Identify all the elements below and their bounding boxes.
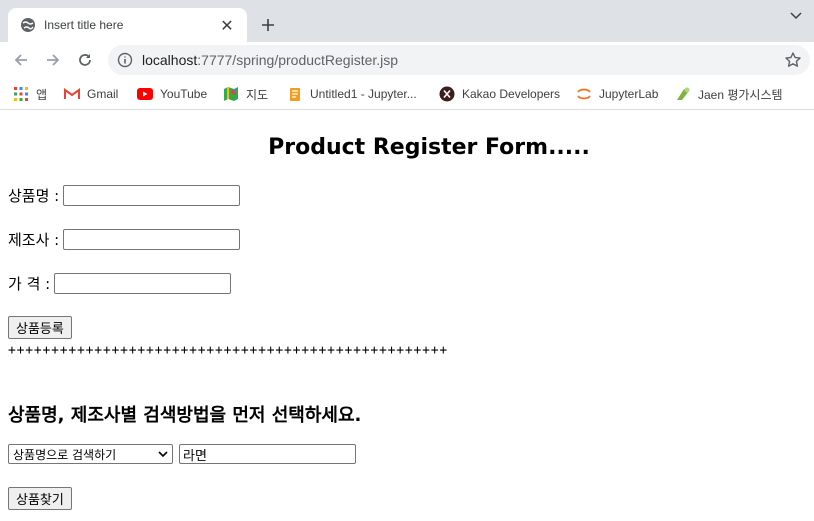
gmail-icon [64,86,80,102]
search-type-select[interactable]: 상품명으로 검색하기 [8,444,173,464]
register-row: 상품등록 [8,316,72,339]
tab-search-chevron-icon[interactable] [786,6,806,26]
form-title: Product Register Form..... [268,135,590,160]
jupyter-icon [576,86,592,102]
plus-divider: ++++++++++++++++++++++++++++++++++++++++… [8,343,448,358]
tab-strip: Insert title here ✕ [0,0,814,42]
search-keyword-input[interactable] [179,444,356,464]
jaen-icon [675,86,691,102]
reload-button[interactable] [73,48,97,72]
bookmark-label: 앱 [36,87,48,102]
new-tab-button[interactable] [256,13,280,37]
product-name-input[interactable] [63,185,241,206]
bookmark-jupyter-untitled[interactable]: Untitled1 - Jupyter... [287,83,417,105]
manufacturer-row: 제조사 : [8,229,241,250]
bookmark-label: YouTube [160,87,208,101]
tab-title: Insert title here [44,18,124,32]
reload-icon [79,54,91,66]
page-content: Product Register Form..... 상품명 : 제조사 : 가… [0,111,814,521]
product-name-label: 상품명 : [8,187,60,205]
apps-grid-icon [13,86,29,102]
url-path: :7777/spring/productRegister.jsp [197,52,399,68]
notebook-icon [287,86,303,102]
bookmark-label: Jaen 평가시스템 [698,87,783,102]
url-text: localhost:7777/spring/productRegister.js… [142,52,398,68]
chevron-down-icon [158,447,168,461]
bookmark-kakao[interactable]: Kakao Developers [439,83,560,105]
url-host: localhost [142,52,198,68]
bookmark-label: Gmail [87,87,119,101]
kakao-icon [439,86,455,102]
price-row: 가 격 : [8,273,232,294]
forward-arrow-icon [47,54,60,66]
youtube-icon [137,86,153,102]
bookmark-maps[interactable]: 지도 [223,83,268,105]
price-input[interactable] [54,273,232,294]
back-button[interactable] [9,48,33,72]
bookmark-gmail[interactable]: Gmail [64,83,118,105]
maps-icon [223,86,239,102]
product-name-row: 상품명 : [8,185,241,206]
browser-toolbar: localhost:7777/spring/productRegister.js… [0,42,814,78]
site-info-icon[interactable] [117,52,133,68]
bookmark-jaen[interactable]: Jaen 평가시스템 [675,83,783,105]
browser-tab[interactable]: Insert title here ✕ [8,8,247,42]
bookmark-jupyterlab[interactable]: JupyterLab [576,83,658,105]
back-arrow-icon [14,54,27,66]
search-product-button[interactable]: 상품찾기 [8,487,72,510]
bookmark-label: Untitled1 - Jupyter... [310,87,417,101]
search-type-value: 상품명으로 검색하기 [13,447,117,462]
bookmark-youtube[interactable]: YouTube [137,83,207,105]
bookmark-apps[interactable]: 앱 [13,83,47,105]
manufacturer-label: 제조사 : [8,231,60,249]
search-heading: 상품명, 제조사별 검색방법을 먼저 선택하세요. [8,405,362,426]
bookmark-star-icon[interactable] [784,51,802,69]
address-bar[interactable]: localhost:7777/spring/productRegister.js… [108,45,810,75]
search-button-row: 상품찾기 [8,487,72,510]
register-product-button[interactable]: 상품등록 [8,316,72,339]
bookmark-label: JupyterLab [599,87,659,101]
bookmark-label: Kakao Developers [462,87,561,101]
bookmarks-bar: 앱 Gmail YouTube 지도 Untitled1 - Jupyter..… [0,78,814,110]
forward-button[interactable] [41,48,65,72]
price-label: 가 격 : [8,275,51,293]
globe-icon [20,17,36,33]
search-row: 상품명으로 검색하기 [8,444,356,464]
bookmark-label: 지도 [246,87,269,102]
close-tab-icon[interactable]: ✕ [217,15,237,35]
manufacturer-input[interactable] [63,229,241,250]
